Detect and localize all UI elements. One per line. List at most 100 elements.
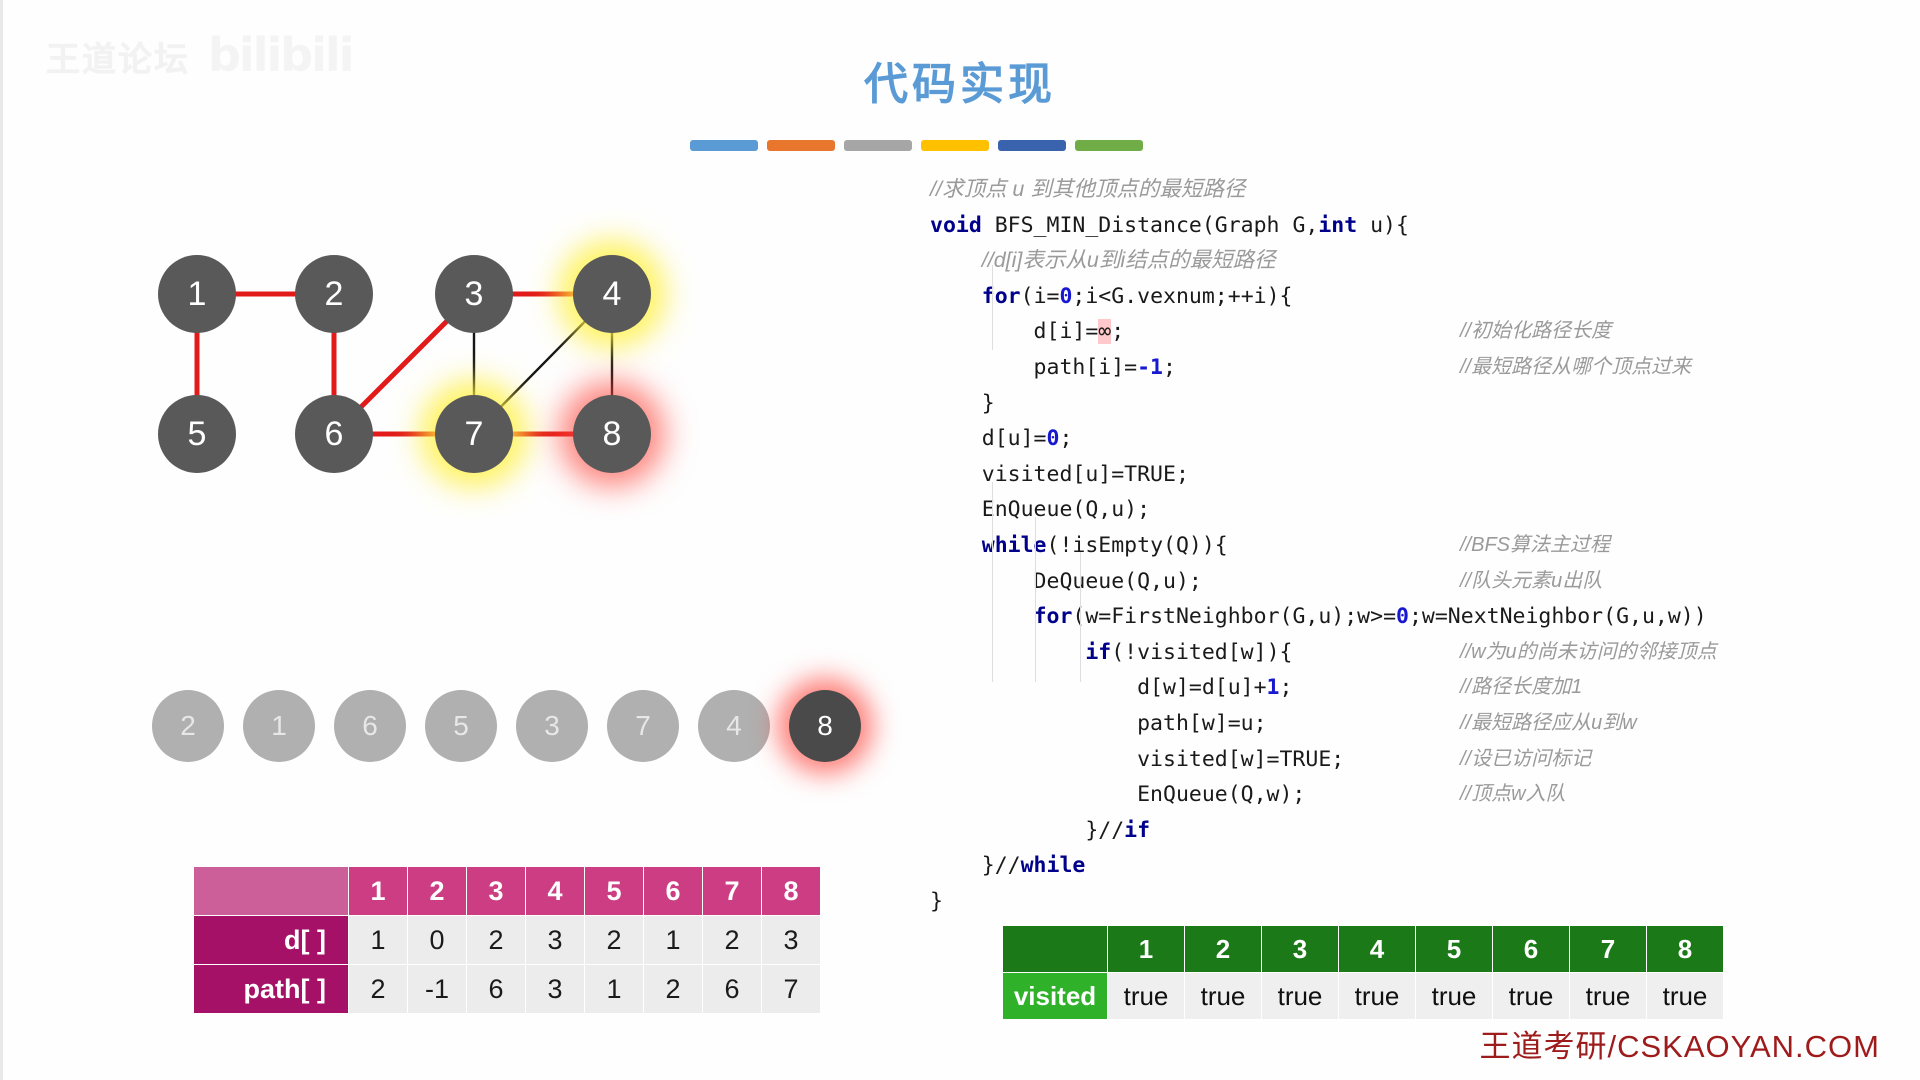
visited-cell: true <box>1646 972 1724 1020</box>
code-inline-comment: //队头元素u出队 <box>1460 569 1603 592</box>
table-cell: 6 <box>702 964 762 1014</box>
visited-cell: true <box>1569 972 1647 1020</box>
title-bar-5 <box>998 140 1066 151</box>
code-line-text: d[u]=0; <box>930 426 1073 452</box>
table-cell: 2 <box>584 915 644 965</box>
visited-col-header-3: 3 <box>1261 925 1339 973</box>
title-bar-4 <box>921 140 989 151</box>
table-col-header-8: 8 <box>761 866 821 916</box>
table-cell: 7 <box>761 964 821 1014</box>
code-line-17: visited[w]=TRUE; //设已访问标记 <box>930 742 1707 778</box>
title-bar-2 <box>767 140 835 151</box>
table-cell: 0 <box>407 915 467 965</box>
visited-row: visited true true true true true true true true <box>1002 972 1724 1020</box>
table-col-header-6: 6 <box>643 866 703 916</box>
code-line-9: visited[u]=TRUE; <box>930 457 1707 493</box>
code-line-text: d[w]=d[u]+1; <box>930 675 1293 701</box>
code-line-text: } <box>930 888 943 914</box>
code-inline-comment: //顶点w入队 <box>1460 783 1566 806</box>
graph-edge-3-6 <box>356 316 452 412</box>
code-indent-guide-4 <box>1080 552 1081 682</box>
visited-col-header-7: 7 <box>1569 925 1647 973</box>
code-line-13: for(w=FirstNeighbor(G,u);w>=0;w=NextNeig… <box>930 599 1707 635</box>
page-title: 代码实现 <box>864 60 1056 109</box>
code-line-2: void BFS_MIN_Distance(Graph G,int u){ <box>930 208 1707 244</box>
table-col-header-1: 1 <box>348 866 408 916</box>
code-line-text: for(i=0;i<G.vexnum;++i){ <box>981 283 1293 309</box>
code-line-10: EnQueue(Q,u); <box>930 492 1707 528</box>
visited-cell: true <box>1415 972 1493 1020</box>
distance-path-table: 1 2 3 4 5 6 7 8 d[ ] 1 0 2 3 2 1 2 3 path[ ] 2 -1 6 3 1 2 6 7 <box>193 866 821 1014</box>
graph-node-5: 5 <box>158 395 236 473</box>
visited-col-header-6: 6 <box>1492 925 1570 973</box>
code-line-16: path[w]=u; //最短路径应从u到w <box>930 706 1707 742</box>
code-line-15: d[w]=d[u]+1; //路径长度加1 <box>930 670 1707 706</box>
code-line-text: for(w=FirstNeighbor(G,u);w>=0;w=NextNeig… <box>1033 604 1707 630</box>
visited-col-header-5: 5 <box>1415 925 1493 973</box>
visited-cell: true <box>1184 972 1262 1020</box>
code-line-6: path[i]=-1; //最短路径从哪个顶点过来 <box>930 350 1707 386</box>
table-cell: 3 <box>525 915 585 965</box>
graph-node-7: 7 <box>435 395 513 473</box>
code-indent-guide-2 <box>992 482 993 682</box>
table-header-row: 12345678 <box>193 866 821 916</box>
title-bar-6 <box>1075 140 1143 151</box>
code-line-text: path[w]=u; <box>930 710 1267 736</box>
table-cell: 2 <box>348 964 408 1014</box>
title-bar-1 <box>690 140 758 151</box>
visited-cell: true <box>1107 972 1185 1020</box>
table-cell: 1 <box>643 915 703 965</box>
code-line-8: d[u]=0; <box>930 421 1707 457</box>
code-inline-comment: //设已访问标记 <box>1460 747 1592 770</box>
table-row-label: d[ ] <box>193 915 349 965</box>
graph-edge-4-7 <box>497 318 589 410</box>
table-cell: 2 <box>466 915 526 965</box>
table-cell: 3 <box>761 915 821 965</box>
table-cell: -1 <box>407 964 467 1014</box>
code-line-text: d[i]=∞; <box>930 319 1125 345</box>
table-cell: 2 <box>643 964 703 1014</box>
code-line-14: if(!visited[w]){//w为u的尚未访问的邻接顶点 <box>930 635 1716 671</box>
visited-corner <box>1002 925 1108 973</box>
graph-node-1: 1 <box>158 255 236 333</box>
table-cell: 3 <box>525 964 585 1014</box>
queue-item-6: 7 <box>607 690 679 762</box>
code-line-text: if(!visited[w]){ <box>1085 639 1293 665</box>
code-line-1: //求顶点 u 到其他顶点的最短路径 <box>930 172 1707 208</box>
table-cell: 1 <box>348 915 408 965</box>
title-decoration-bars <box>690 140 1143 151</box>
queue-item-5: 3 <box>516 690 588 762</box>
code-line-3: //d[i]表示从u到i结点的最短路径 <box>930 243 1707 279</box>
visited-row-label: visited <box>1002 972 1108 1020</box>
queue-item-3: 6 <box>334 690 406 762</box>
code-indent-guide-1 <box>992 265 993 350</box>
title-bar-3 <box>844 140 912 151</box>
visited-col-header-2: 2 <box>1184 925 1262 973</box>
code-line-7: } <box>930 386 1707 422</box>
left-edge-rule <box>0 0 3 1080</box>
code-line-text: //d[i]表示从u到i结点的最短路径 <box>981 248 1276 273</box>
table-cell: 1 <box>584 964 644 1014</box>
code-line-text: }//while <box>930 853 1086 879</box>
table-col-header-4: 4 <box>525 866 585 916</box>
graph-node-2: 2 <box>295 255 373 333</box>
code-inline-comment: //最短路径应从u到w <box>1460 711 1637 734</box>
table-col-header-5: 5 <box>584 866 644 916</box>
code-line-text: visited[w]=TRUE; <box>930 746 1345 772</box>
queue-item-7: 4 <box>698 690 770 762</box>
code-line-4: for(i=0;i<G.vexnum;++i){ <box>930 279 1707 315</box>
bfs-queue: 21653748 <box>152 690 861 762</box>
table-col-header-3: 3 <box>466 866 526 916</box>
graph-node-6: 6 <box>295 395 373 473</box>
queue-item-2: 1 <box>243 690 315 762</box>
code-inline-comment: //路径长度加1 <box>1460 676 1583 699</box>
table-row-label: path[ ] <box>193 964 349 1014</box>
code-inline-comment: //BFS算法主过程 <box>1460 533 1611 556</box>
code-line-12: DeQueue(Q,u); //队头元素u出队 <box>930 564 1707 600</box>
code-line-21: } <box>930 884 1707 920</box>
visited-col-header-1: 1 <box>1107 925 1185 973</box>
graph-node-8: 8 <box>573 395 651 473</box>
table-cell: 2 <box>702 915 762 965</box>
table-row: d[ ] 1 0 2 3 2 1 2 3 <box>193 915 821 965</box>
code-line-text: //求顶点 u 到其他顶点的最短路径 <box>930 177 1246 201</box>
